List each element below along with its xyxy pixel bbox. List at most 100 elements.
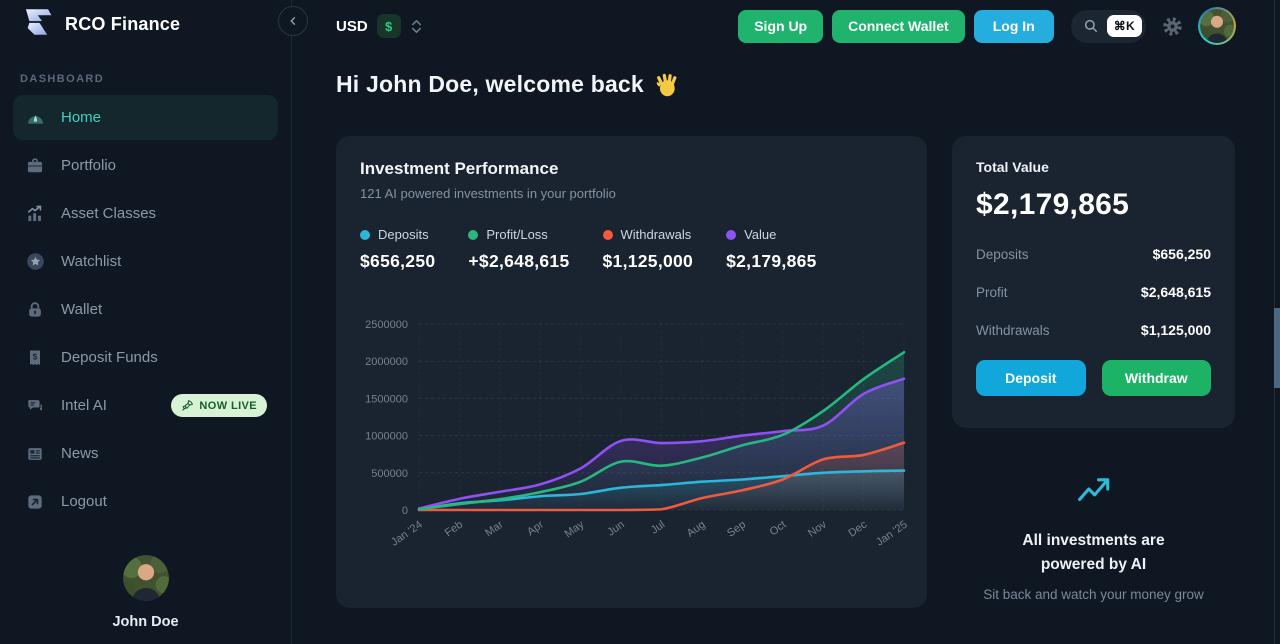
x-axis-label: Aug bbox=[685, 519, 708, 540]
sidebar-item-label: Watchlist bbox=[61, 253, 122, 270]
greeting: Hi John Doe, welcome back bbox=[336, 71, 1236, 98]
sidebar-item-wallet[interactable]: Wallet bbox=[13, 287, 278, 332]
sidebar-item-label: Portfolio bbox=[61, 157, 117, 174]
news-icon bbox=[24, 443, 46, 465]
right-column: Total Value $2,179,865 Deposits $656,250 P… bbox=[952, 136, 1235, 608]
sidebar-item-label: Logout bbox=[61, 493, 107, 510]
y-axis-label: 1000000 bbox=[365, 431, 408, 443]
total-value-title: Total Value bbox=[976, 159, 1049, 175]
app-logo-icon bbox=[20, 5, 54, 44]
card-subtitle: 121 AI powered investments in your portf… bbox=[360, 186, 616, 201]
sidebar-item-label: Asset Classes bbox=[61, 205, 157, 222]
sidebar-item-label: Wallet bbox=[61, 301, 103, 318]
summary-row-value: $1,125,000 bbox=[1140, 322, 1211, 338]
legend-item: Withdrawals $1,125,000 bbox=[602, 227, 694, 272]
summary-row: Withdrawals $1,125,000 bbox=[976, 322, 1211, 338]
gauge-icon bbox=[24, 107, 46, 129]
legend-dot bbox=[468, 229, 479, 240]
total-value-amount: $2,179,865 bbox=[976, 188, 1130, 221]
legend-value: $656,250 bbox=[360, 251, 436, 271]
sidebar: RCO Finance DASHBOARD Home Portfolio Asset… bbox=[0, 0, 292, 644]
sign-up-button[interactable]: Sign Up bbox=[738, 9, 824, 43]
sidebar-section-label: DASHBOARD bbox=[20, 73, 105, 85]
currency-symbol-chip: $ bbox=[376, 14, 401, 38]
sidebar-item-label: Intel AI bbox=[61, 397, 107, 414]
y-axis-label: 0 bbox=[402, 505, 408, 517]
sidebar-item-label: News bbox=[61, 445, 99, 462]
currency-selector[interactable]: USD $ bbox=[336, 14, 423, 38]
x-axis-label: Jul bbox=[649, 519, 667, 537]
deposit-button[interactable]: Deposit bbox=[976, 360, 1086, 396]
search-button[interactable]: ⌘K bbox=[1070, 9, 1146, 43]
sidebar-item-home[interactable]: Home bbox=[13, 95, 278, 140]
chevron-left-icon bbox=[290, 17, 296, 25]
user-name: John Doe bbox=[112, 614, 179, 630]
app-root: RCO Finance DASHBOARD Home Portfolio Asset… bbox=[0, 0, 1280, 644]
logo-row: RCO Finance bbox=[0, 0, 291, 48]
y-axis-label: 2000000 bbox=[365, 356, 408, 368]
withdraw-button[interactable]: Withdraw bbox=[1101, 360, 1211, 396]
legend-label: Profit/Loss bbox=[486, 227, 548, 242]
summary-row-label: Profit bbox=[976, 284, 1008, 300]
connect-wallet-button[interactable]: Connect Wallet bbox=[832, 9, 965, 43]
sidebar-user[interactable]: John Doe bbox=[0, 555, 291, 644]
topbar-actions: Sign Up Connect Wallet Log In ⌘K bbox=[738, 7, 1236, 45]
profile-avatar-image bbox=[1200, 9, 1234, 43]
performance-chart: 0 500000 1000000 1500000 2000000 2500000 Jan '… bbox=[365, 319, 910, 549]
chat-icon bbox=[24, 395, 46, 417]
sidebar-item-news[interactable]: News bbox=[13, 431, 278, 476]
y-axis-label: 2500000 bbox=[365, 319, 408, 331]
svg-text:$: $ bbox=[33, 352, 38, 361]
app-name: RCO Finance bbox=[65, 13, 181, 34]
x-axis-label: Jun bbox=[605, 519, 626, 539]
sidebar-item-logout[interactable]: Logout bbox=[13, 479, 278, 524]
summary-row: Deposits $656,250 bbox=[976, 246, 1211, 262]
legend-label: Value bbox=[744, 227, 777, 242]
card-title: Investment Performance bbox=[360, 159, 559, 178]
legend-value: +$2,648,615 bbox=[468, 251, 570, 271]
scrollbar-track bbox=[1274, 0, 1280, 644]
ai-promo: All investments are powered by AI Sit ba… bbox=[952, 474, 1235, 605]
legend-value: $1,125,000 bbox=[602, 251, 694, 271]
search-icon bbox=[1084, 19, 1097, 32]
summary-row-value: $656,250 bbox=[1152, 246, 1211, 262]
bar-chart-icon bbox=[24, 203, 46, 225]
total-value-card: Total Value $2,179,865 Deposits $656,250 P… bbox=[952, 136, 1235, 428]
chart-wrap: 0 500000 1000000 1500000 2000000 2500000 Jan '… bbox=[360, 312, 910, 555]
sidebar-item-intel-ai[interactable]: Intel AI NOW LIVE bbox=[13, 383, 278, 428]
summary-rows: Deposits $656,250 Profit $2,648,615 Withdraw… bbox=[976, 246, 1211, 338]
legend-dot bbox=[726, 229, 737, 240]
currency-code: USD bbox=[336, 17, 368, 35]
promo-subtitle: Sit back and watch your money grow bbox=[983, 587, 1204, 603]
sidebar-collapse-button[interactable] bbox=[278, 6, 308, 36]
y-axis-label: 500000 bbox=[371, 468, 408, 480]
summary-row-label: Deposits bbox=[976, 246, 1029, 262]
sidebar-item-asset-classes[interactable]: Asset Classes bbox=[13, 191, 278, 236]
chart-legend: Deposits $656,250 Profit/Loss +$2,648,615 Wi… bbox=[360, 227, 903, 272]
greeting-text: Hi John Doe, welcome back bbox=[336, 71, 644, 97]
profile-avatar[interactable] bbox=[1198, 7, 1236, 45]
y-axis-label: 1500000 bbox=[365, 393, 408, 405]
x-axis-label: Dec bbox=[846, 518, 869, 539]
x-axis-label: Feb bbox=[443, 519, 465, 540]
sidebar-item-watchlist[interactable]: Watchlist bbox=[13, 239, 278, 284]
summary-buttons: Deposit Withdraw bbox=[976, 360, 1211, 396]
settings-gear-icon[interactable] bbox=[1162, 16, 1183, 37]
sidebar-item-deposit-funds[interactable]: $ Deposit Funds bbox=[13, 335, 278, 380]
briefcase-icon bbox=[24, 155, 46, 177]
summary-row-label: Withdrawals bbox=[976, 322, 1050, 338]
scrollbar-thumb[interactable] bbox=[1274, 308, 1280, 388]
rocket-icon bbox=[181, 399, 194, 412]
x-axis-label: May bbox=[562, 518, 586, 540]
trending-up-icon bbox=[1077, 478, 1109, 502]
legend-dot bbox=[602, 229, 613, 240]
x-axis-label: Jan '24 bbox=[389, 519, 425, 549]
receipt-icon: $ bbox=[24, 347, 46, 369]
topbar: USD $ Sign Up Connect Wallet Log In ⌘K bbox=[336, 0, 1236, 47]
content-grid: Investment Performance 121 AI powered in… bbox=[336, 136, 1236, 608]
log-in-button[interactable]: Log In bbox=[973, 9, 1054, 43]
promo-title: All investments are powered by AI bbox=[1022, 532, 1165, 574]
legend-item: Deposits $656,250 bbox=[360, 227, 435, 272]
star-icon bbox=[24, 251, 46, 273]
sidebar-item-portfolio[interactable]: Portfolio bbox=[13, 143, 278, 188]
